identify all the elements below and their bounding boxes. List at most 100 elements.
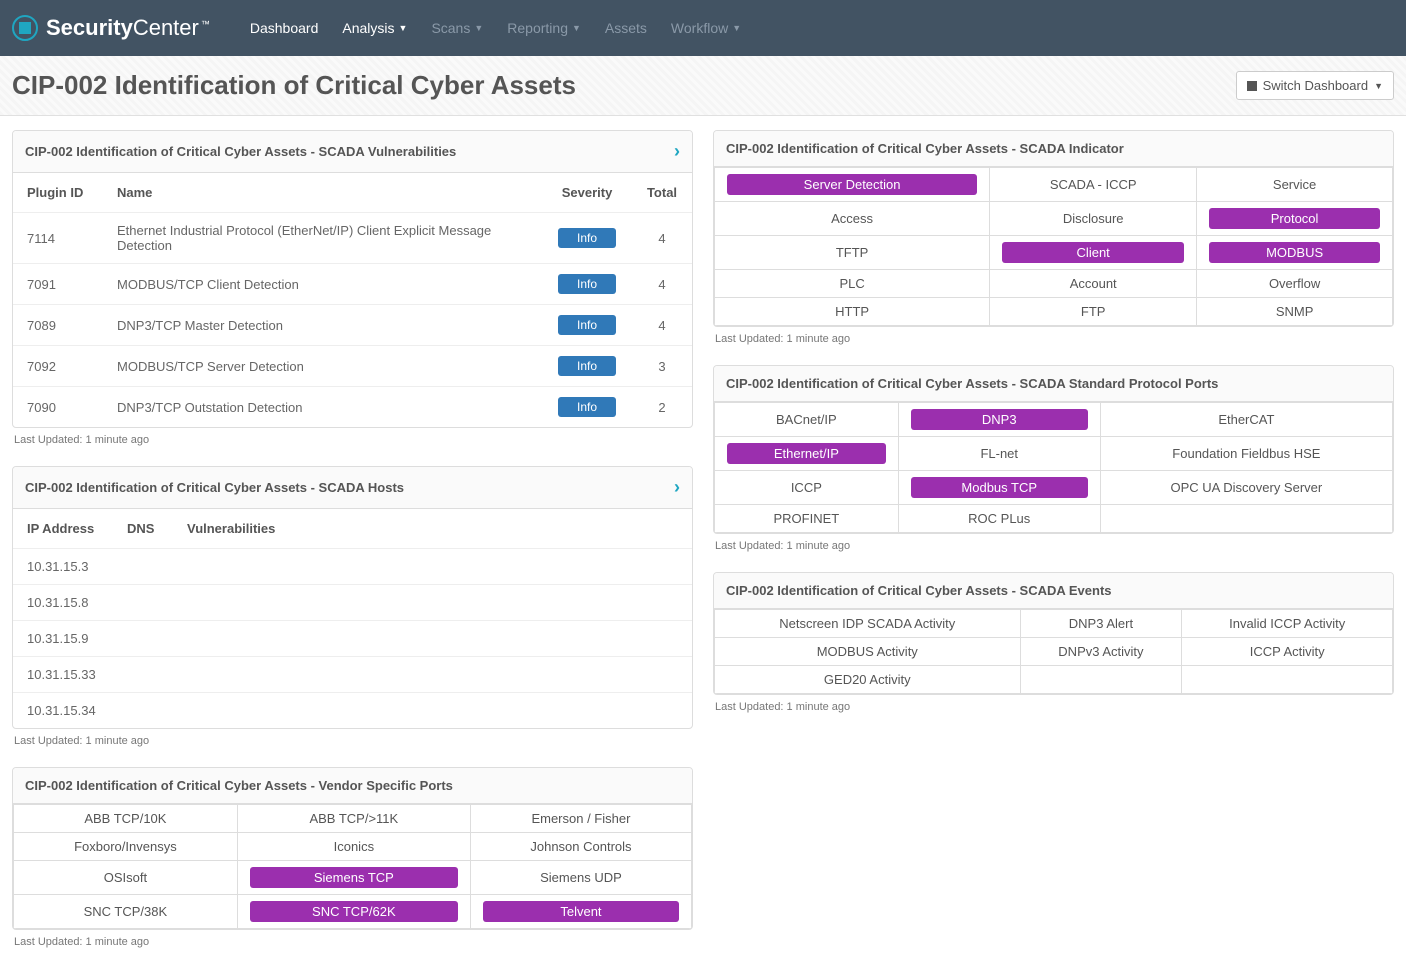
matrix-cell[interactable]: OPC UA Discovery Server bbox=[1100, 471, 1392, 505]
cell-name: MODBUS/TCP Client Detection bbox=[103, 264, 542, 305]
nav-dashboard[interactable]: Dashboard bbox=[250, 20, 319, 36]
switch-dashboard-button[interactable]: Switch Dashboard ▼ bbox=[1236, 71, 1394, 100]
matrix-cell[interactable]: MODBUS Activity bbox=[715, 638, 1021, 666]
matrix-cell[interactable]: BACnet/IP bbox=[715, 403, 899, 437]
matrix-cell[interactable]: MODBUS bbox=[1197, 236, 1393, 270]
matrix-cell[interactable]: Emerson / Fisher bbox=[470, 805, 691, 833]
severity-badge[interactable]: Info bbox=[558, 228, 616, 248]
matrix-cell[interactable]: Telvent bbox=[470, 895, 691, 929]
hosts-scroll[interactable]: 10.31.15.310.31.15.810.31.15.910.31.15.3… bbox=[13, 548, 692, 728]
scada-hosts-panel: CIP-002 Identification of Critical Cyber… bbox=[12, 466, 693, 729]
nav-workflow[interactable]: Workflow▼ bbox=[671, 20, 741, 36]
cell-ip: 10.31.15.3 bbox=[13, 549, 692, 585]
last-updated: Last Updated: 1 minute ago bbox=[713, 534, 1394, 554]
panel-header: CIP-002 Identification of Critical Cyber… bbox=[13, 768, 692, 804]
matrix-cell[interactable]: Protocol bbox=[1197, 202, 1393, 236]
severity-badge[interactable]: Info bbox=[558, 315, 616, 335]
panel-header: CIP-002 Identification of Critical Cyber… bbox=[714, 573, 1393, 609]
matrix-cell[interactable]: Ethernet/IP bbox=[715, 437, 899, 471]
logo-text: SecurityCenter™ bbox=[46, 15, 210, 41]
matrix-cell[interactable]: ABB TCP/>11K bbox=[237, 805, 470, 833]
logo-icon bbox=[12, 15, 38, 41]
matrix-cell[interactable]: SNC TCP/38K bbox=[14, 895, 238, 929]
severity-badge[interactable]: Info bbox=[558, 397, 616, 417]
switch-dashboard-label: Switch Dashboard bbox=[1263, 78, 1369, 93]
matrix-cell[interactable]: Service bbox=[1197, 168, 1393, 202]
matrix-cell[interactable]: PLC bbox=[715, 270, 990, 298]
matrix-cell bbox=[1182, 666, 1393, 694]
table-row[interactable]: 10.31.15.34 bbox=[13, 693, 692, 729]
table-row[interactable]: 7114 Ethernet Industrial Protocol (Ether… bbox=[13, 213, 692, 264]
matrix-cell[interactable]: ABB TCP/10K bbox=[14, 805, 238, 833]
matrix-cell[interactable]: SCADA - ICCP bbox=[990, 168, 1197, 202]
matrix-cell[interactable]: SNMP bbox=[1197, 298, 1393, 326]
page-header: CIP-002 Identification of Critical Cyber… bbox=[0, 56, 1406, 116]
matrix-cell[interactable]: DNPv3 Activity bbox=[1020, 638, 1182, 666]
table-row[interactable]: 7092 MODBUS/TCP Server Detection Info 3 bbox=[13, 346, 692, 387]
matrix-cell[interactable]: Disclosure bbox=[990, 202, 1197, 236]
table-row[interactable]: 10.31.15.33 bbox=[13, 657, 692, 693]
col-vuln[interactable]: Vulnerabilities bbox=[173, 509, 692, 548]
table-row[interactable]: 7090 DNP3/TCP Outstation Detection Info … bbox=[13, 387, 692, 428]
matrix-cell[interactable]: ICCP bbox=[715, 471, 899, 505]
matrix-cell[interactable]: Siemens UDP bbox=[470, 861, 691, 895]
matrix-cell[interactable]: Modbus TCP bbox=[898, 471, 1100, 505]
matrix-cell[interactable]: ICCP Activity bbox=[1182, 638, 1393, 666]
caret-down-icon: ▼ bbox=[399, 23, 408, 33]
severity-badge[interactable]: Info bbox=[558, 274, 616, 294]
matrix-cell[interactable]: Invalid ICCP Activity bbox=[1182, 610, 1393, 638]
matrix-cell[interactable]: ROC PLus bbox=[898, 505, 1100, 533]
severity-badge[interactable]: Info bbox=[558, 356, 616, 376]
nav-items: Dashboard Analysis▼ Scans▼ Reporting▼ As… bbox=[250, 20, 741, 36]
col-ip[interactable]: IP Address bbox=[13, 509, 113, 548]
matrix-cell[interactable]: Foxboro/Invensys bbox=[14, 833, 238, 861]
col-total[interactable]: Total bbox=[632, 173, 692, 213]
matrix-cell[interactable]: Overflow bbox=[1197, 270, 1393, 298]
right-column: CIP-002 Identification of Critical Cyber… bbox=[713, 130, 1394, 715]
table-row[interactable]: 10.31.15.9 bbox=[13, 621, 692, 657]
matrix-cell[interactable]: Siemens TCP bbox=[237, 861, 470, 895]
matrix-cell[interactable]: Johnson Controls bbox=[470, 833, 691, 861]
scada-events-section: CIP-002 Identification of Critical Cyber… bbox=[713, 572, 1394, 715]
matrix-cell[interactable]: HTTP bbox=[715, 298, 990, 326]
chevron-right-icon[interactable]: › bbox=[674, 477, 680, 498]
table-row[interactable]: 7091 MODBUS/TCP Client Detection Info 4 bbox=[13, 264, 692, 305]
matrix-cell bbox=[1100, 505, 1392, 533]
matrix-cell[interactable]: Foundation Fieldbus HSE bbox=[1100, 437, 1392, 471]
nav-scans[interactable]: Scans▼ bbox=[431, 20, 483, 36]
nav-reporting[interactable]: Reporting▼ bbox=[507, 20, 581, 36]
matrix-cell[interactable]: FL-net bbox=[898, 437, 1100, 471]
left-column: CIP-002 Identification of Critical Cyber… bbox=[12, 130, 693, 950]
matrix-cell[interactable]: OSIsoft bbox=[14, 861, 238, 895]
matrix-cell[interactable]: GED20 Activity bbox=[715, 666, 1021, 694]
matrix-cell[interactable]: FTP bbox=[990, 298, 1197, 326]
table-row[interactable]: 7089 DNP3/TCP Master Detection Info 4 bbox=[13, 305, 692, 346]
cell-severity: Info bbox=[542, 213, 632, 264]
matrix-cell[interactable]: EtherCAT bbox=[1100, 403, 1392, 437]
table-row[interactable]: 10.31.15.8 bbox=[13, 585, 692, 621]
matrix-cell[interactable]: SNC TCP/62K bbox=[237, 895, 470, 929]
nav-assets[interactable]: Assets bbox=[605, 20, 647, 36]
cell-ip: 10.31.15.8 bbox=[13, 585, 692, 621]
matrix-cell[interactable]: Account bbox=[990, 270, 1197, 298]
col-plugin[interactable]: Plugin ID bbox=[13, 173, 103, 213]
nav-analysis[interactable]: Analysis▼ bbox=[342, 20, 407, 36]
col-dns[interactable]: DNS bbox=[113, 509, 173, 548]
matrix-cell[interactable]: PROFINET bbox=[715, 505, 899, 533]
chevron-right-icon[interactable]: › bbox=[674, 141, 680, 162]
matrix-cell[interactable]: Access bbox=[715, 202, 990, 236]
col-severity[interactable]: Severity bbox=[542, 173, 632, 213]
table-row[interactable]: 10.31.15.3 bbox=[13, 549, 692, 585]
col-name[interactable]: Name bbox=[103, 173, 542, 213]
cell-total: 2 bbox=[632, 387, 692, 428]
matrix-cell[interactable]: DNP3 Alert bbox=[1020, 610, 1182, 638]
cell-name: Ethernet Industrial Protocol (EtherNet/I… bbox=[103, 213, 542, 264]
matrix-cell[interactable]: Netscreen IDP SCADA Activity bbox=[715, 610, 1021, 638]
cell-ip: 10.31.15.33 bbox=[13, 657, 692, 693]
logo[interactable]: SecurityCenter™ bbox=[12, 15, 210, 41]
matrix-cell[interactable]: Client bbox=[990, 236, 1197, 270]
matrix-cell[interactable]: Iconics bbox=[237, 833, 470, 861]
matrix-cell[interactable]: Server Detection bbox=[715, 168, 990, 202]
matrix-cell[interactable]: TFTP bbox=[715, 236, 990, 270]
matrix-cell[interactable]: DNP3 bbox=[898, 403, 1100, 437]
